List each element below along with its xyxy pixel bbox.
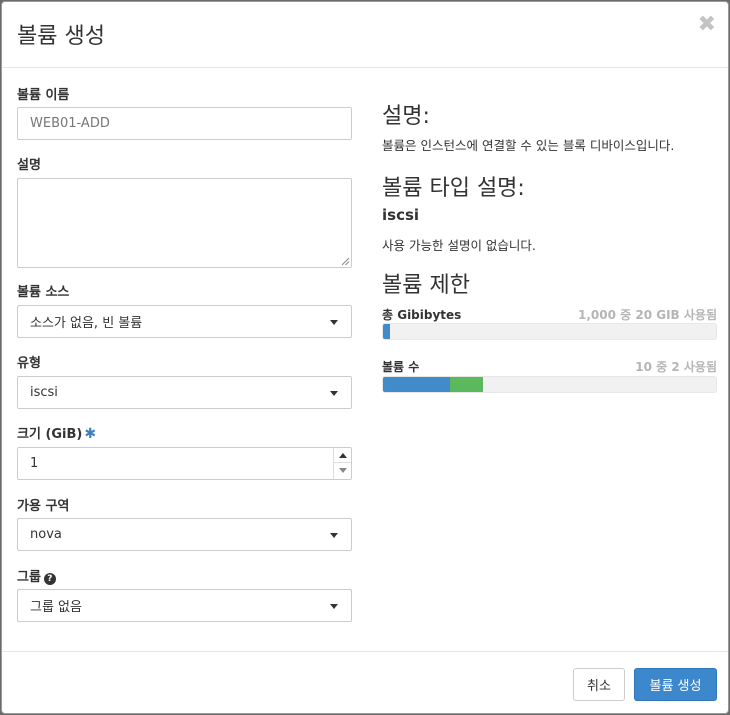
create-volume-button[interactable]: 볼륨 생성: [634, 668, 717, 701]
caret-down-icon: [330, 320, 338, 325]
modal-footer: 취소 볼륨 생성: [2, 651, 728, 715]
close-icon[interactable]: ✖: [698, 14, 716, 36]
description-text: 볼륨은 인스턴스에 연결할 수 있는 블록 디바이스입니다.: [382, 138, 675, 153]
increment-button[interactable]: [334, 448, 351, 463]
availability-zone-value: nova: [30, 527, 62, 542]
quota-usage: 1,000 중 20 GIB 사용됨: [578, 308, 717, 322]
volume-name-input[interactable]: WEB01-ADD: [17, 107, 352, 140]
volume-type-value: iscsi: [30, 385, 58, 400]
size-label-text: 크기 (GiB): [17, 427, 83, 442]
group-label: 그룹?: [17, 566, 56, 585]
volume-name-placeholder: WEB01-ADD: [30, 116, 110, 131]
cancel-button[interactable]: 취소: [573, 668, 625, 701]
arrow-down-icon: [338, 468, 347, 473]
caret-down-icon: [330, 391, 338, 396]
volume-type-heading: 볼륨 타입 설명:: [382, 176, 525, 201]
availability-zone-select[interactable]: nova: [17, 518, 352, 551]
decrement-button[interactable]: [334, 463, 351, 478]
size-number-input[interactable]: 1: [17, 447, 352, 480]
size-value: 1: [30, 456, 39, 471]
group-value: 그룹 없음: [30, 600, 82, 615]
size-label: 크기 (GiB) ✱: [17, 423, 96, 442]
description-heading: 설명:: [382, 104, 430, 129]
availability-zone-label: 가용 구역: [17, 499, 70, 514]
arrow-up-icon: [338, 452, 347, 458]
group-select[interactable]: 그룹 없음: [17, 589, 352, 622]
quota-progress-bar: [382, 323, 717, 340]
quota-usage: 10 중 2 사용됨: [635, 360, 717, 374]
volume-source-label: 볼륨 소스: [17, 285, 70, 300]
volume-limits-heading: 볼륨 제한: [382, 273, 470, 298]
volume-name-label: 볼륨 이름: [17, 88, 70, 103]
volume-type-select[interactable]: iscsi: [17, 376, 352, 409]
help-icon[interactable]: ?: [43, 573, 56, 585]
quota-label: 총 Gibibytes: [382, 308, 462, 322]
caret-down-icon: [330, 533, 338, 538]
volume-type-desc: 사용 가능한 설명이 없습니다.: [382, 238, 536, 253]
volume-source-value: 소스가 없음, 빈 볼륨: [30, 316, 143, 331]
type-label: 유형: [17, 356, 41, 371]
modal-header: 볼륨 생성 ✖: [2, 2, 728, 68]
quota-used-bar: [383, 324, 390, 339]
group-label-text: 그룹: [17, 570, 41, 585]
volume-source-select[interactable]: 소스가 없음, 빈 볼륨: [17, 305, 352, 338]
quota-used-bar: [383, 377, 450, 392]
quota-progress-bar: [382, 376, 717, 393]
description-textarea[interactable]: [17, 178, 352, 268]
quota-added-bar: [449, 377, 483, 392]
create-volume-modal: 볼륨 생성 ✖ 볼륨 이름 WEB01-ADD 설명 볼륨 소스 소스가 없음,…: [1, 1, 729, 714]
required-star-icon: ✱: [84, 426, 97, 442]
volume-type-name: iscsi: [382, 206, 420, 224]
size-spinner: [333, 448, 351, 479]
caret-down-icon: [330, 604, 338, 609]
quota-label: 볼륨 수: [382, 360, 420, 374]
modal-title: 볼륨 생성: [17, 24, 105, 49]
resize-grip-icon[interactable]: [341, 257, 350, 266]
description-label: 설명: [17, 158, 41, 173]
